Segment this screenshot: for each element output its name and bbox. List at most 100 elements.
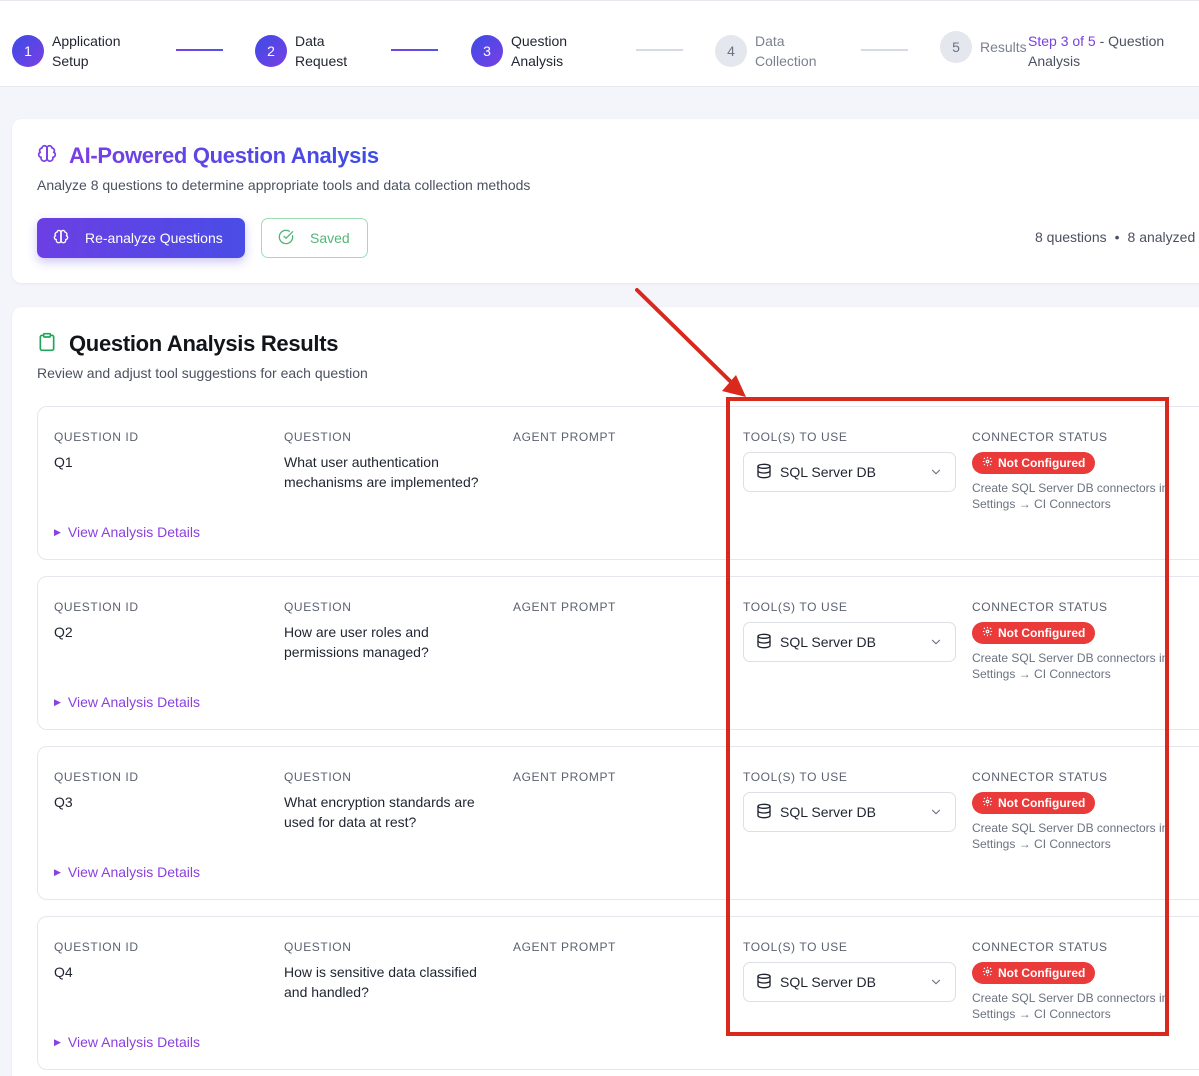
database-icon <box>756 973 772 992</box>
column-header: QUESTION <box>284 430 352 444</box>
status-badge: Not Configured <box>972 792 1096 814</box>
tool-select-value: SQL Server DB <box>780 634 876 650</box>
column-header: QUESTION ID <box>54 770 139 784</box>
caret-right-icon: ▶ <box>54 526 61 537</box>
status-note: Create SQL Server DB connectors in Setti… <box>972 481 1169 511</box>
step-label: Data <box>295 33 325 49</box>
view-details-label: View Analysis Details <box>67 864 200 880</box>
column-header: QUESTION <box>284 600 352 614</box>
column-header: QUESTION ID <box>54 430 139 444</box>
tool-select-value: SQL Server DB <box>780 464 876 480</box>
column-header: QUESTION ID <box>54 940 139 954</box>
step-question-analysis[interactable]: 3 Question Analysis <box>471 31 567 71</box>
question-row: QUESTION ID QUESTION AGENT PROMPT TOOL(S… <box>37 746 1199 900</box>
column-header: CONNECTOR STATUS <box>972 940 1108 954</box>
status-label: Not Configured <box>998 456 1086 470</box>
chevron-down-icon <box>929 635 943 652</box>
status-note: Create SQL Server DB connectors in Setti… <box>972 651 1169 681</box>
results-card: Question Analysis Results Review and adj… <box>12 307 1199 1076</box>
status-badge: Not Configured <box>972 622 1096 644</box>
question-text: How are user roles and permissions manag… <box>284 624 429 660</box>
question-row: QUESTION ID QUESTION AGENT PROMPT TOOL(S… <box>37 576 1199 730</box>
database-icon <box>756 803 772 822</box>
view-analysis-details-link[interactable]: ▶ View Analysis Details <box>54 1034 200 1050</box>
brain-icon <box>37 144 57 169</box>
view-analysis-details-link[interactable]: ▶ View Analysis Details <box>54 694 200 710</box>
status-label: Not Configured <box>998 796 1086 810</box>
step-label: Data <box>755 33 785 49</box>
step-number: 5 <box>940 31 972 63</box>
tool-select[interactable]: SQL Server DB <box>743 622 956 662</box>
results-subtitle: Review and adjust tool suggestions for e… <box>37 365 368 381</box>
tool-select-value: SQL Server DB <box>780 974 876 990</box>
database-icon <box>756 633 772 652</box>
column-header: CONNECTOR STATUS <box>972 770 1108 784</box>
caret-right-icon: ▶ <box>54 1036 61 1047</box>
reanalyze-label: Re-analyze Questions <box>85 230 223 246</box>
reanalyze-button[interactable]: Re-analyze Questions <box>37 218 245 258</box>
status-label: Not Configured <box>998 626 1086 640</box>
brain-icon <box>53 229 69 248</box>
progress-stepper: 1 Application Setup 2 Data Request 3 Que… <box>0 0 1199 87</box>
status-badge: Not Configured <box>972 452 1096 474</box>
view-analysis-details-link[interactable]: ▶ View Analysis Details <box>54 524 200 540</box>
step-number: 2 <box>255 35 287 67</box>
step-label: Question <box>511 33 568 49</box>
question-id: Q2 <box>54 624 73 640</box>
tool-select[interactable]: SQL Server DB <box>743 962 956 1002</box>
gear-icon <box>982 966 993 980</box>
question-id: Q4 <box>54 964 73 980</box>
clipboard-icon <box>37 332 57 357</box>
gear-icon <box>982 456 993 470</box>
question-row: QUESTION ID QUESTION AGENT PROMPT TOOL(S… <box>37 406 1199 560</box>
step-results[interactable]: 5 Results <box>940 31 1027 63</box>
analysis-title: AI-Powered Question Analysis <box>69 143 379 168</box>
column-header: AGENT PROMPT <box>513 430 616 444</box>
gear-icon <box>982 796 993 810</box>
view-analysis-details-link[interactable]: ▶ View Analysis Details <box>54 864 200 880</box>
question-id: Q1 <box>54 454 73 470</box>
step-connector <box>636 49 683 51</box>
tool-select-value: SQL Server DB <box>780 804 876 820</box>
gear-icon <box>982 626 993 640</box>
step-number: 4 <box>715 35 747 67</box>
column-header: AGENT PROMPT <box>513 600 616 614</box>
saved-label: Saved <box>310 230 350 246</box>
column-header: AGENT PROMPT <box>513 770 616 784</box>
tool-select[interactable]: SQL Server DB <box>743 452 956 492</box>
column-header: QUESTION <box>284 940 352 954</box>
step-info: Step 3 of 5 - Question Analysis <box>1028 31 1193 71</box>
column-header: AGENT PROMPT <box>513 940 616 954</box>
tool-select[interactable]: SQL Server DB <box>743 792 956 832</box>
results-title: Question Analysis Results <box>69 331 339 356</box>
analysis-stats: 8 questions • 8 analyzed <box>1035 229 1195 245</box>
status-note: Create SQL Server DB connectors in Setti… <box>972 821 1169 851</box>
step-data-request[interactable]: 2 Data Request <box>255 31 347 71</box>
column-header: CONNECTOR STATUS <box>972 430 1108 444</box>
step-label: Collection <box>755 53 817 69</box>
step-connector <box>391 49 438 51</box>
status-note: Create SQL Server DB connectors in Setti… <box>972 991 1169 1021</box>
analysis-subtitle: Analyze 8 questions to determine appropr… <box>37 177 531 193</box>
view-details-label: View Analysis Details <box>67 694 200 710</box>
caret-right-icon: ▶ <box>54 866 61 877</box>
question-row: QUESTION ID QUESTION AGENT PROMPT TOOL(S… <box>37 916 1199 1070</box>
step-application-setup[interactable]: 1 Application Setup <box>12 31 121 71</box>
column-header: TOOL(S) TO USE <box>743 770 848 784</box>
step-connector <box>176 49 223 51</box>
chevron-down-icon <box>929 465 943 482</box>
step-data-collection[interactable]: 4 Data Collection <box>715 31 816 71</box>
view-details-label: View Analysis Details <box>67 1034 200 1050</box>
step-counter: Step 3 of 5 <box>1028 33 1096 49</box>
step-number: 1 <box>12 35 44 67</box>
analysis-card: AI-Powered Question Analysis Analyze 8 q… <box>12 119 1199 283</box>
question-count: 8 questions <box>1035 229 1107 245</box>
step-label: Request <box>295 53 348 69</box>
question-text: How is sensitive data classified and han… <box>284 964 477 1000</box>
step-connector <box>861 49 908 51</box>
column-header: CONNECTOR STATUS <box>972 600 1108 614</box>
saved-button[interactable]: Saved <box>261 218 368 258</box>
status-badge: Not Configured <box>972 962 1096 984</box>
question-text: What user authentication mechanisms are … <box>284 454 479 490</box>
column-header: TOOL(S) TO USE <box>743 600 848 614</box>
